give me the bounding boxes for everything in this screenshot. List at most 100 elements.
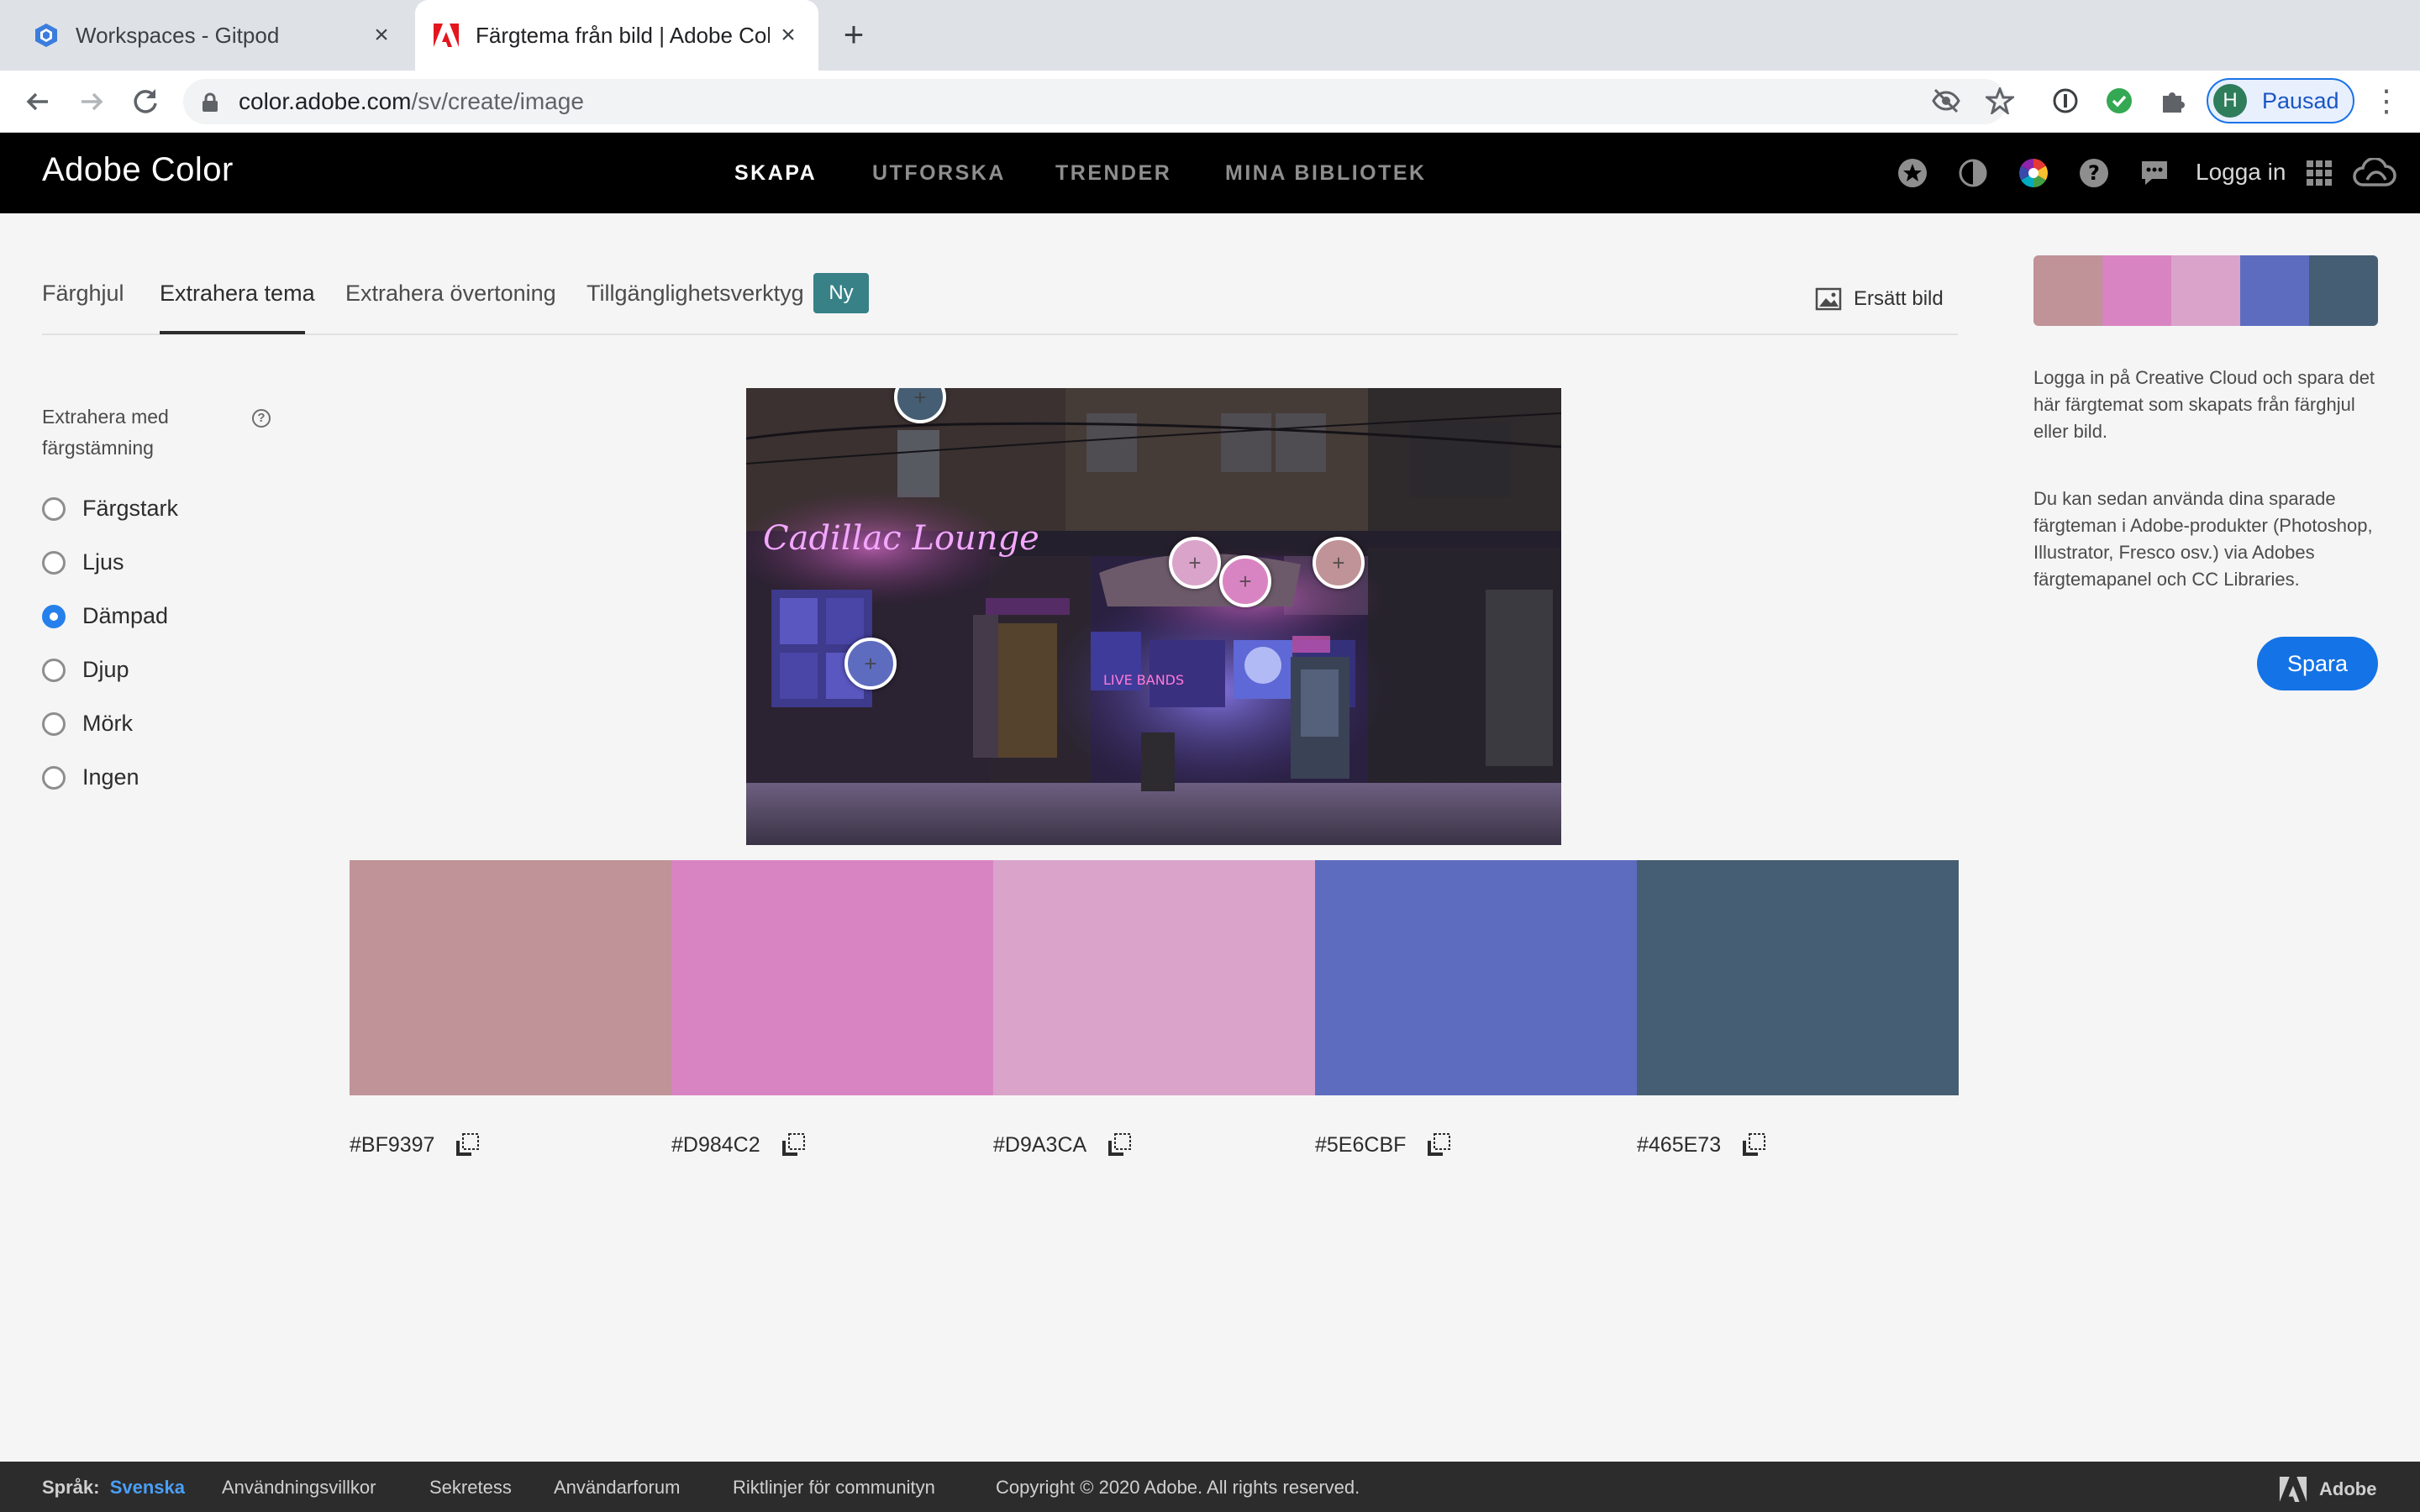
language-value[interactable]: Svenska	[110, 1477, 185, 1498]
mood-label: Extrahera med färgstämning	[42, 406, 169, 459]
help-icon[interactable]: ?	[2077, 156, 2111, 190]
radio-button[interactable]	[42, 711, 66, 736]
gitpod-favicon-icon	[34, 23, 59, 48]
hex-value[interactable]: #5E6CBF	[1315, 1133, 1406, 1158]
new-badge: Ny	[813, 273, 869, 313]
tab-extrahera-overtoning[interactable]: Extrahera övertoning	[345, 281, 556, 307]
footer-link-forum[interactable]: Användarforum	[554, 1477, 680, 1499]
nav-mina-bibliotek[interactable]: MINA BIBLIOTEK	[1225, 161, 1427, 186]
footer-link-terms[interactable]: Användningsvillkor	[222, 1477, 376, 1499]
reload-icon[interactable]	[128, 84, 163, 119]
tab-title: Workspaces - Gitpod	[76, 22, 280, 48]
creative-cloud-icon[interactable]	[2353, 156, 2396, 190]
color-picker-handle[interactable]: +	[1313, 537, 1365, 589]
lock-icon[interactable]	[202, 92, 218, 113]
mood-option-ingen[interactable]: Ingen	[42, 764, 139, 790]
tabs-divider	[42, 333, 1958, 335]
check-extension-icon[interactable]	[2102, 84, 2136, 118]
radio-label: Ljus	[82, 549, 124, 575]
hex-value[interactable]: #BF9397	[350, 1133, 434, 1158]
back-icon[interactable]	[20, 84, 55, 119]
extensions-puzzle-icon[interactable]	[2156, 84, 2190, 118]
color-swatch-5[interactable]	[1637, 860, 1959, 1095]
active-tab-indicator	[160, 331, 305, 334]
color-swatch-1[interactable]	[350, 860, 671, 1095]
radio-button[interactable]	[42, 496, 66, 521]
login-link[interactable]: Logga in	[2196, 159, 2286, 186]
mood-option-fargstark[interactable]: Färgstark	[42, 496, 178, 522]
footer-link-privacy[interactable]: Sekretess	[429, 1477, 512, 1499]
adobe-footer-label: Adobe	[2319, 1478, 2377, 1499]
language-label: Språk:	[42, 1477, 100, 1498]
new-tab-icon[interactable]: +	[837, 17, 871, 52]
color-swatch-3[interactable]	[993, 860, 1315, 1095]
color-swatch-2[interactable]	[671, 860, 993, 1095]
copy-icon[interactable]	[1426, 1132, 1451, 1158]
hex-value[interactable]: #D9A3CA	[993, 1133, 1086, 1158]
forward-icon[interactable]	[74, 84, 109, 119]
svg-text:?: ?	[2088, 161, 2100, 185]
adobe-footer-logo[interactable]: Adobe	[2279, 1477, 2376, 1502]
copy-icon[interactable]	[781, 1132, 806, 1158]
hex-row-4: #5E6CBF	[1315, 1132, 1451, 1158]
radio-button[interactable]	[42, 765, 66, 790]
hex-value[interactable]: #D984C2	[671, 1133, 760, 1158]
theme-preview	[2033, 255, 2378, 326]
mini-swatch-5	[2309, 255, 2378, 326]
mood-option-ljus[interactable]: Ljus	[42, 549, 124, 575]
browser-tab-gitpod[interactable]: Workspaces - Gitpod ×	[0, 0, 412, 71]
bookmark-star-icon[interactable]	[1983, 84, 2017, 118]
color-picker-handle[interactable]: +	[1219, 555, 1271, 607]
radio-button[interactable]	[42, 550, 66, 575]
color-picker-handle[interactable]: +	[844, 638, 897, 690]
onepassword-extension-icon[interactable]	[2049, 84, 2082, 118]
tab-close-icon[interactable]: ×	[776, 23, 800, 48]
hex-value[interactable]: #465E73	[1637, 1133, 1721, 1158]
radio-button-selected[interactable]	[42, 604, 66, 628]
hex-row-5: #465E73	[1637, 1132, 1766, 1158]
adobe-logo-icon	[2279, 1477, 2307, 1502]
copy-icon[interactable]	[1741, 1132, 1766, 1158]
mini-swatch-3	[2171, 255, 2240, 326]
mood-option-dampad[interactable]: Dämpad	[42, 603, 168, 629]
browser-menu-icon[interactable]: ⋮	[2371, 84, 2402, 119]
color-swatch-4[interactable]	[1315, 860, 1637, 1095]
tab-close-icon[interactable]: ×	[370, 23, 393, 48]
eye-off-icon[interactable]	[1929, 84, 1963, 118]
replace-image-label: Ersätt bild	[1854, 287, 1944, 310]
profile-status: Pausad	[2262, 87, 2339, 113]
tab-title: Färgtema från bild | Adobe Color	[476, 22, 770, 48]
nav-trender[interactable]: TRENDER	[1055, 161, 1171, 186]
adobe-favicon-icon	[434, 23, 459, 48]
save-button[interactable]: Spara	[2257, 637, 2378, 690]
color-picker-handle[interactable]: +	[1169, 537, 1221, 589]
avatar: H	[2213, 84, 2247, 118]
profile-button[interactable]: H Pausad	[2207, 78, 2354, 123]
brand-logo[interactable]: Adobe Color	[42, 151, 234, 189]
chat-feedback-icon[interactable]	[2138, 156, 2171, 190]
source-image[interactable]: Cadillac Lounge LIVE BANDS + + + + +	[746, 388, 1561, 845]
url-text[interactable]: color.adobe.com/sv/create/image	[239, 88, 584, 115]
language-selector[interactable]: Språk: Svenska	[42, 1477, 185, 1499]
nav-skapa[interactable]: SKAPA	[734, 161, 817, 186]
mood-help-icon[interactable]: ?	[252, 409, 271, 428]
mood-option-mork[interactable]: Mörk	[42, 711, 133, 737]
browser-tab-adobe-color[interactable]: Färgtema från bild | Adobe Color ×	[415, 0, 818, 71]
contrast-icon[interactable]	[1956, 156, 1990, 190]
tab-fargjul[interactable]: Färghjul	[42, 281, 124, 307]
mood-option-djup[interactable]: Djup	[42, 657, 129, 683]
tab-extrahera-tema[interactable]: Extrahera tema	[160, 281, 315, 307]
star-badge-icon[interactable]	[1896, 156, 1929, 190]
nav-utforska[interactable]: UTFORSKA	[872, 161, 1006, 186]
radio-button[interactable]	[42, 658, 66, 682]
footer-link-guidelines[interactable]: Riktlinjer för communityn	[733, 1477, 935, 1499]
replace-image-button[interactable]: Ersätt bild	[1815, 287, 1944, 311]
tab-tillganglighetsverktyg[interactable]: Tillgänglighetsverktyg	[587, 281, 804, 307]
radio-label: Dämpad	[82, 603, 169, 628]
hex-row-1: #BF9397	[350, 1132, 480, 1158]
copy-icon[interactable]	[1107, 1132, 1132, 1158]
app-grid-icon[interactable]	[2302, 156, 2336, 190]
color-wheel-icon[interactable]	[2017, 156, 2050, 190]
radio-label: Ingen	[82, 764, 139, 790]
copy-icon[interactable]	[455, 1132, 480, 1158]
